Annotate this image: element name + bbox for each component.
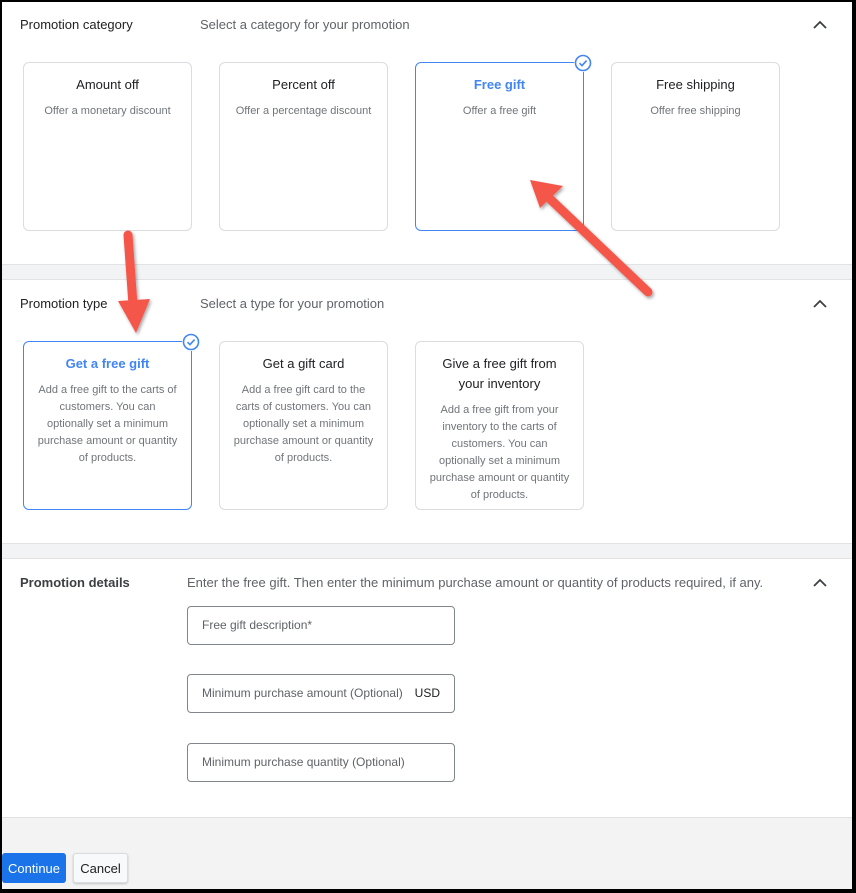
currency-suffix: USD [414, 686, 440, 700]
card-description: Offer free shipping [650, 105, 741, 117]
category-card-free-shipping[interactable]: Free shipping Offer free shipping [611, 62, 780, 231]
section-divider [2, 264, 852, 280]
promotion-category-section: Promotion category Select a category for… [2, 2, 852, 264]
promotion-form: Promotion category Select a category for… [2, 2, 852, 889]
form-footer: Continue Cancel [2, 817, 852, 889]
field-placeholder: Minimum purchase quantity (Optional) [202, 755, 405, 769]
promotion-type-section: Promotion type Select a type for your pr… [2, 280, 852, 543]
card-title: Percent off [272, 77, 335, 92]
card-description: Add a free gift from your inventory to t… [429, 404, 570, 501]
section-title: Promotion details [20, 575, 130, 590]
section-subtitle: Enter the free gift. Then enter the mini… [187, 575, 764, 590]
section-subtitle: Select a category for your promotion [200, 17, 410, 32]
free-gift-description-field[interactable]: Free gift description* [187, 606, 455, 645]
card-description: Add a free gift card to the carts of cus… [233, 384, 374, 464]
check-circle-icon [574, 54, 592, 72]
card-description: Add a free gift to the carts of customer… [37, 384, 178, 464]
section-title: Promotion category [20, 17, 133, 32]
card-title: Get a free gift [65, 356, 150, 371]
card-title: Free shipping [656, 77, 735, 92]
card-description: Offer a percentage discount [235, 105, 372, 117]
card-title: Give a free gift from your inventory [442, 356, 557, 391]
section-divider [2, 543, 852, 559]
category-card-free-gift[interactable]: Free gift Offer a free gift [415, 54, 592, 231]
continue-button[interactable]: Continue [2, 853, 66, 883]
minimum-purchase-quantity-field[interactable]: Minimum purchase quantity (Optional) [187, 743, 455, 782]
section-subtitle: Select a type for your promotion [200, 296, 385, 311]
category-card-percent-off[interactable]: Percent off Offer a percentage discount [219, 62, 388, 231]
check-circle-icon [182, 333, 200, 351]
card-description: Offer a free gift [462, 105, 537, 117]
card-title: Free gift [473, 77, 526, 92]
type-card-get-free-gift[interactable]: Get a free gift Add a free gift to the c… [23, 333, 200, 510]
card-description: Offer a monetary discount [44, 105, 171, 117]
category-card-amount-off[interactable]: Amount off Offer a monetary discount [23, 62, 192, 231]
field-placeholder: Free gift description* [202, 618, 313, 632]
card-title: Amount off [76, 77, 139, 92]
cancel-button[interactable]: Cancel [73, 853, 128, 883]
chevron-up-icon[interactable] [812, 19, 828, 31]
promotion-details-section: Promotion details Enter the free gift. T… [2, 559, 852, 817]
type-card-free-gift-inventory[interactable]: Give a free gift from your inventory Add… [415, 341, 584, 510]
chevron-up-icon[interactable] [812, 577, 828, 589]
section-title: Promotion type [20, 296, 108, 311]
card-title: Get a gift card [262, 356, 345, 371]
chevron-up-icon[interactable] [812, 298, 828, 310]
type-card-get-gift-card[interactable]: Get a gift card Add a free gift card to … [219, 341, 388, 510]
minimum-purchase-amount-field[interactable]: Minimum purchase amount (Optional) USD [187, 674, 455, 713]
field-placeholder: Minimum purchase amount (Optional) [202, 686, 403, 700]
